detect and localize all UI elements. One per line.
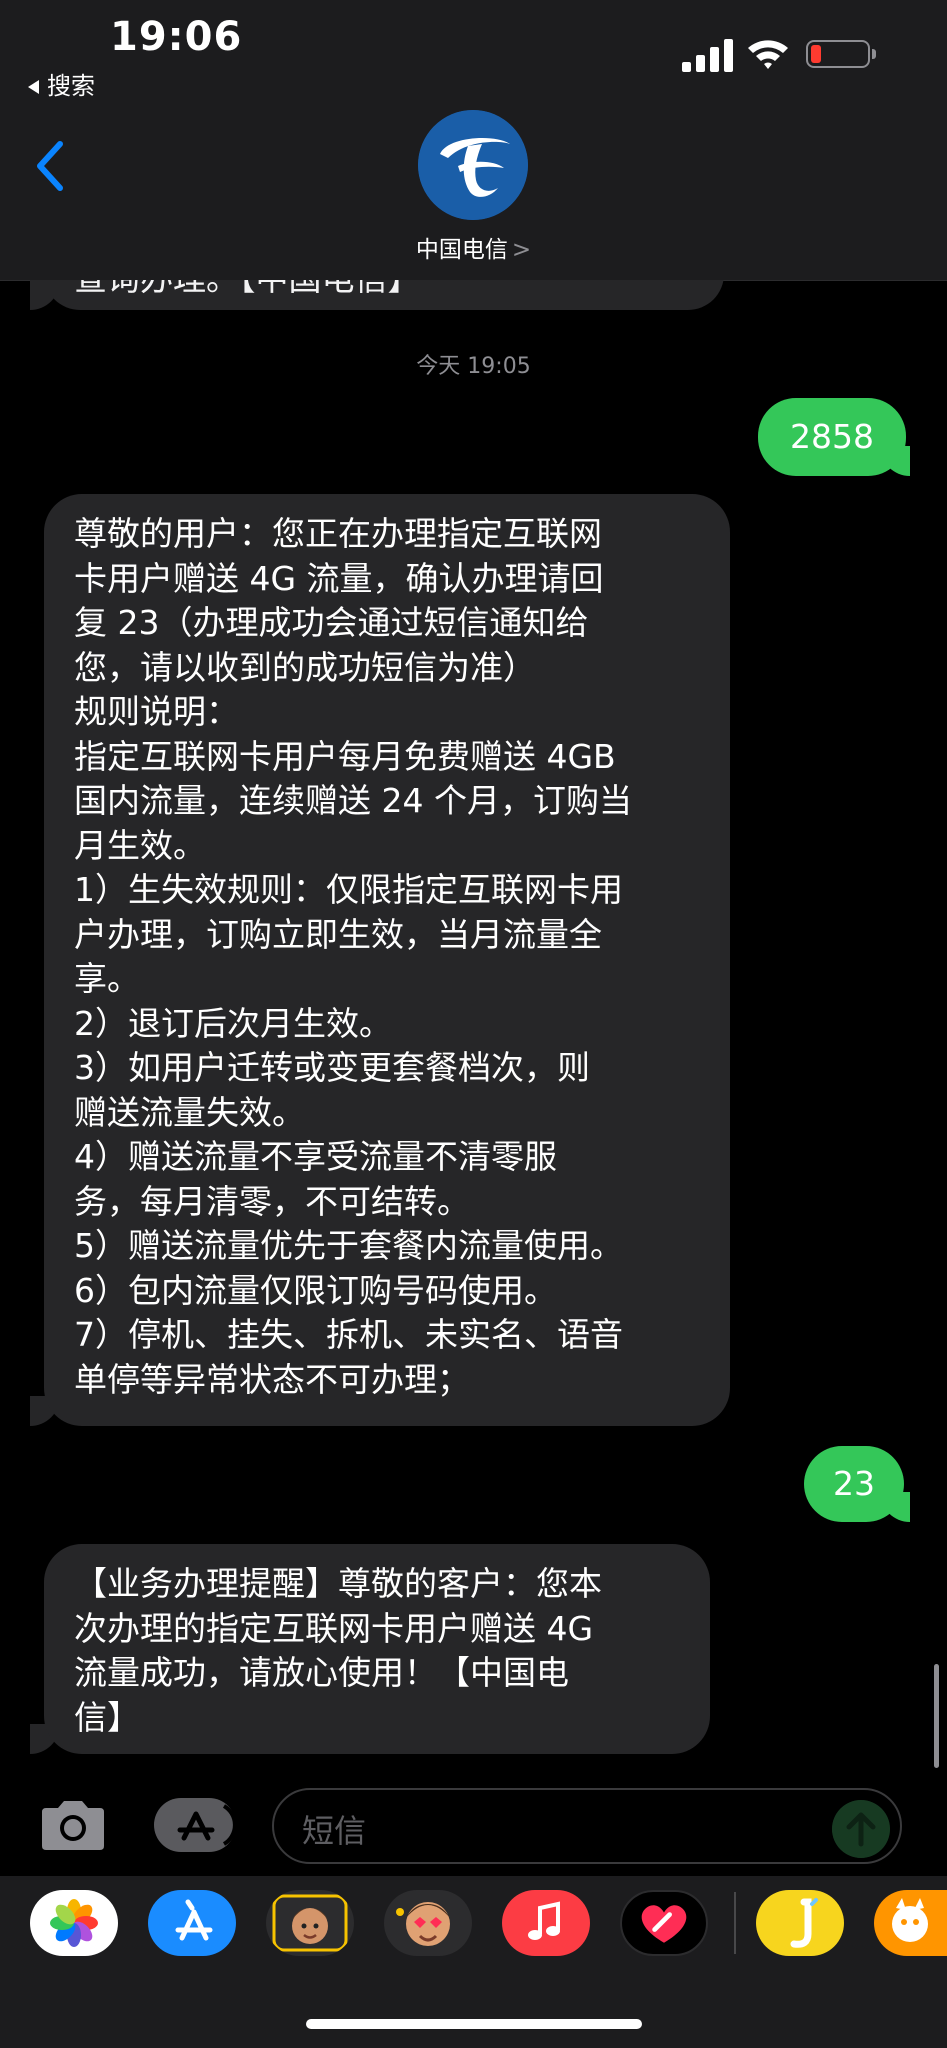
apps-button[interactable]	[154, 1798, 237, 1852]
home-indicator[interactable]	[306, 2019, 642, 2029]
message-line: 户办理，订购立即生效，当月流量全	[74, 914, 602, 954]
message-input[interactable]	[272, 1788, 902, 1864]
animoji-icon	[396, 1902, 450, 1946]
message-line: 赠送流量失效。	[74, 1092, 305, 1132]
message-line: 月生效。	[74, 825, 206, 865]
message-line: 信】	[74, 1697, 140, 1737]
contact-name[interactable]: 中国电信 >	[0, 230, 947, 264]
message-line: 务，每月清零，不可结转。	[74, 1181, 470, 1221]
message-line: 国内流量，连续赠送 24 个月，订购当	[74, 781, 632, 820]
message-line: 7）停机、挂失、拆机、未实名、语音	[74, 1315, 623, 1354]
message-line: 尊敬的用户：您正在办理指定互联网	[74, 514, 602, 553]
app-store-icon	[175, 1899, 213, 1941]
bubble-tail	[30, 280, 60, 310]
message-line: 规则说明：	[74, 692, 239, 731]
incoming-message-bubble[interactable]: 【业务办理提醒】尊敬的客户：您本 次办理的指定互联网卡用户赠送 4G 流量成功，…	[44, 1544, 710, 1754]
battery-tip	[872, 49, 876, 59]
message-timestamp: 今天 19:05	[416, 354, 531, 379]
music-app[interactable]	[502, 1890, 590, 1956]
animal-sticker-icon	[892, 1898, 928, 1942]
message-input-placeholder: 短信	[302, 1812, 367, 1850]
message-line: 3）如用户迁转或变更套餐档次，则	[74, 1048, 590, 1087]
memoji-app[interactable]	[266, 1890, 354, 1956]
message-line: 4）赠送流量不享受流量不清零服	[74, 1137, 557, 1176]
message-line: 复 23（办理成功会通过短信通知给	[74, 603, 589, 642]
message-line: 5）赠送流量优先于套餐内流量使用。	[74, 1226, 623, 1265]
message-line: 指定互联网卡用户每月免费赠送 4GB	[74, 736, 616, 776]
sticker-app-icon	[790, 1898, 818, 1948]
send-arrow-icon[interactable]	[832, 1800, 890, 1858]
back-triangle-icon	[28, 80, 39, 94]
photos-icon	[50, 1899, 98, 1947]
message-line: 1）生失效规则：仅限指定互联网卡用	[74, 870, 623, 909]
photos-app[interactable]	[30, 1890, 118, 1956]
wifi-icon	[748, 40, 788, 69]
scrollbar[interactable]	[934, 1664, 939, 1768]
memoji-icon	[272, 1894, 348, 1952]
message-line: 单停等异常状态不可办理；	[74, 1359, 470, 1399]
message-line: 【业务办理提醒】尊敬的客户：您本	[74, 1564, 602, 1603]
app-store-icon	[177, 1804, 237, 1846]
drawer-divider	[734, 1892, 736, 1954]
back-to-app-link[interactable]: 搜索	[28, 66, 95, 101]
message-line: 2）退订后次月生效。	[74, 1003, 392, 1043]
chevron-right-icon: >	[511, 237, 532, 263]
cellular-signal-icon	[682, 38, 734, 72]
digital-touch-app[interactable]	[620, 1890, 708, 1956]
message-line: 卡用户赠送 4G 流量，确认办理请回	[74, 558, 604, 598]
message-line: 6）包内流量仅限订购号码使用。	[74, 1270, 557, 1310]
app-store-app[interactable]	[148, 1890, 236, 1956]
incoming-message-bubble[interactable]: 尊敬的用户：您正在办理指定互联网 卡用户赠送 4G 流量，确认办理请回 复 23…	[44, 494, 730, 1426]
contact-avatar[interactable]	[418, 110, 528, 220]
outgoing-message-bubble[interactable]: 23	[804, 1446, 904, 1522]
sticker-app[interactable]	[756, 1890, 844, 1956]
battery-icon	[806, 40, 870, 68]
message-line: 享。	[74, 959, 140, 998]
camera-icon[interactable]	[38, 1798, 108, 1852]
animal-sticker-app[interactable]	[874, 1890, 947, 1956]
message-line: 流量成功，请放心使用！【中国电	[74, 1653, 569, 1692]
message-line: 您，请以收到的成功短信为准）	[74, 647, 536, 687]
back-app-label: 搜索	[47, 72, 95, 100]
outgoing-message-bubble[interactable]: 2858	[758, 398, 906, 476]
message-line: 次办理的指定互联网卡用户赠送 4G	[74, 1608, 594, 1648]
contact-name-label: 中国电信	[415, 237, 508, 263]
status-time: 19:06	[110, 14, 243, 60]
back-chevron-icon[interactable]	[32, 140, 68, 192]
digital-touch-icon	[641, 1905, 687, 1943]
music-icon	[528, 1901, 560, 1940]
animoji-app[interactable]	[384, 1890, 472, 1956]
